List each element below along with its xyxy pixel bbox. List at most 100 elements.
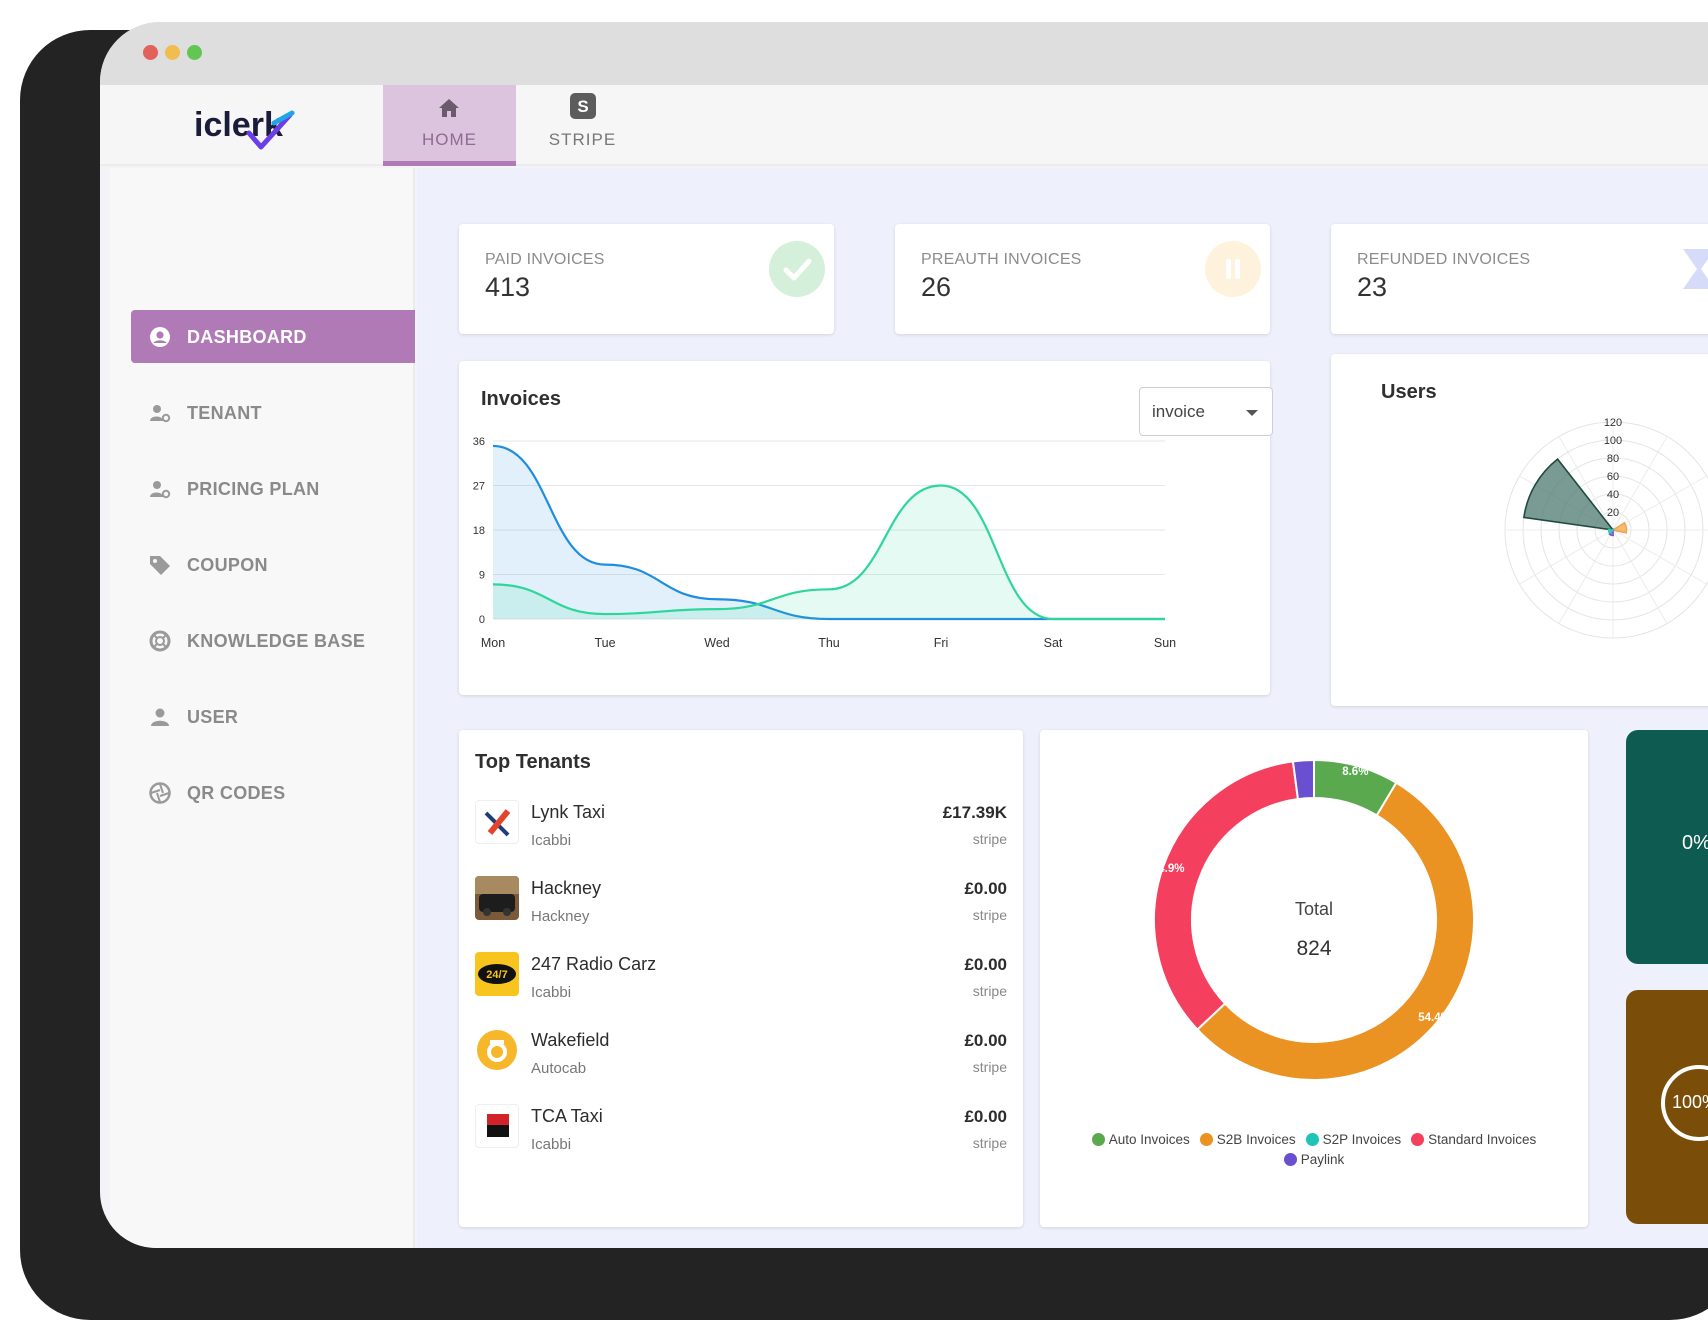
legend-item[interactable]: S2B Invoices	[1199, 1130, 1296, 1150]
sidebar-item-label: DASHBOARD	[187, 327, 307, 347]
x-tick-label: Tue	[594, 636, 615, 650]
legend-swatch	[1091, 1133, 1105, 1146]
tenant-row[interactable]: TCA Taxi Icabbi £0.00 stripe	[475, 1102, 1007, 1162]
r-tick-label: 120	[1604, 417, 1622, 429]
top-navigation: iclerk HOME S STRIPE	[100, 85, 1708, 166]
tenant-name: Wakefield	[531, 1030, 610, 1050]
tab-home[interactable]: HOME	[383, 85, 516, 166]
tenant-row[interactable]: Wakefield Autocab £0.00 stripe	[475, 1026, 1007, 1086]
metric-tile-brown[interactable]: 100%	[1626, 990, 1708, 1224]
radio-carz-logo-icon: 24/7	[475, 952, 519, 996]
x-tick-label: Thu	[818, 636, 840, 650]
close-window-dot[interactable]	[143, 45, 158, 60]
tenant-row[interactable]: 24/7 247 Radio Carz Icabbi £0.00 stripe	[475, 950, 1007, 1010]
stat-value: 23	[1357, 272, 1388, 302]
polar-spoke	[1612, 475, 1707, 531]
pause-icon	[1205, 241, 1261, 297]
check-icon	[769, 241, 825, 297]
window-titlebar	[100, 22, 1708, 85]
aperture-icon	[149, 782, 171, 804]
user-gear-icon	[150, 405, 171, 423]
y-tick-label: 9	[479, 570, 485, 582]
polar-spoke	[1612, 529, 1668, 624]
app-window: iclerk HOME S STRIPE DASHBOARD TENANT PR…	[100, 22, 1708, 1248]
sidebar-item-label: KNOWLEDGE BASE	[187, 631, 366, 651]
tab-stripe[interactable]: S STRIPE	[516, 85, 649, 166]
tenant-amount: £0.00	[964, 879, 1007, 898]
tenant-provider: Icabbi	[531, 1136, 572, 1153]
legend-item[interactable]: Auto Invoices	[1091, 1130, 1190, 1150]
y-tick-label: 18	[473, 525, 485, 537]
polar-spoke	[1612, 529, 1707, 585]
r-tick-label: 80	[1607, 453, 1619, 465]
invoice-type-donut-card: 8.6% 54.4% 34.9% Total 824 Auto Invoices S2B …	[1040, 730, 1588, 1227]
sidebar-item-label: QR CODES	[187, 783, 286, 803]
legend-item[interactable]: Paylink	[1283, 1150, 1345, 1170]
sidebar-item-qr-codes[interactable]: QR CODES	[131, 766, 415, 819]
stripe-icon: S	[570, 93, 596, 119]
donut-center-label: Total	[1295, 899, 1333, 919]
sidebar-item-knowledge-base[interactable]: KNOWLEDGE BASE	[131, 614, 415, 667]
tenant-amount: £0.00	[964, 955, 1007, 974]
x-tick-label: Mon	[481, 636, 505, 650]
y-tick-label: 36	[473, 436, 485, 448]
lifebuoy-icon	[149, 630, 171, 652]
tenant-gateway: stripe	[972, 831, 1007, 847]
top-tenants-card: Top Tenants Lynk Taxi Icabbi £17.39K str…	[459, 730, 1023, 1227]
sidebar-item-coupon[interactable]: COUPON	[131, 538, 415, 591]
users-polar-chart: 20 40 60 80 100 120	[1504, 417, 1708, 639]
tenant-provider: Icabbi	[531, 984, 572, 1001]
invoices-area-chart: 0 9 18 27 36 Mon Tue Wed Thu Fri Sat Sun	[473, 436, 1176, 650]
legend-label: Auto Invoices	[1108, 1132, 1190, 1147]
user-circle-icon	[150, 327, 170, 347]
tenant-row[interactable]: Hackney Hackney £0.00 stripe	[475, 874, 1007, 934]
tab-home-label: HOME	[422, 130, 477, 149]
tenant-gateway: stripe	[972, 1059, 1007, 1075]
y-tick-label: 0	[479, 614, 485, 626]
donut-legend: Auto Invoices S2B Invoices S2P Invoices Sta…	[1060, 1130, 1568, 1170]
svg-text:S: S	[577, 97, 588, 116]
sidebar-item-label: COUPON	[187, 555, 268, 575]
sidebar-item-label: PRICING PLAN	[187, 479, 320, 499]
sidebar-item-user[interactable]: USER	[131, 690, 415, 743]
maximize-window-dot[interactable]	[187, 45, 202, 60]
legend-swatch	[1411, 1133, 1425, 1146]
hourglass-icon	[1671, 241, 1708, 297]
main-content: PAID INVOICES 413 PREAUTH INVOICES 26 RE…	[417, 168, 1708, 1248]
stat-label: PREAUTH INVOICES	[921, 251, 1082, 268]
stat-card-paid-invoices[interactable]: PAID INVOICES 413	[459, 224, 834, 334]
stat-card-refunded-invoices[interactable]: REFUNDED INVOICES 23	[1331, 224, 1708, 334]
polar-spoke	[1558, 529, 1614, 624]
polar-sector	[1522, 457, 1615, 532]
slice-label: 54.4%	[1418, 1012, 1451, 1024]
slice-label: 34.9%	[1152, 863, 1185, 875]
x-tick-label: Fri	[934, 636, 949, 650]
metric-tile-value: 100%	[1672, 1092, 1708, 1112]
r-tick-label: 40	[1607, 489, 1619, 501]
metric-tile-value: 0%	[1682, 832, 1708, 854]
stat-card-preauth-invoices[interactable]: PREAUTH INVOICES 26	[895, 224, 1270, 334]
tenant-amount: £0.00	[964, 1107, 1007, 1126]
minimize-window-dot[interactable]	[165, 45, 180, 60]
legend-label: Paylink	[1300, 1152, 1345, 1167]
tenant-name: Hackney	[531, 878, 602, 898]
svg-text:24/7: 24/7	[486, 969, 507, 981]
stat-label: PAID INVOICES	[485, 251, 605, 268]
app-logo[interactable]: iclerk	[194, 103, 314, 153]
tenant-amount: £0.00	[964, 1031, 1007, 1050]
lynk-taxi-logo-icon	[475, 800, 519, 844]
sidebar-item-label: TENANT	[187, 403, 262, 423]
invoices-chart-card: Invoices invoice 0 9 18 27 36 Mon Tue Wed Thu Fri…	[459, 361, 1273, 695]
tenant-row[interactable]: Lynk Taxi Icabbi £17.39K stripe	[475, 798, 1007, 858]
legend-item[interactable]: Standard Invoices	[1411, 1130, 1536, 1150]
legend-item[interactable]: S2P Invoices	[1305, 1130, 1401, 1150]
sidebar-item-dashboard[interactable]: DASHBOARD	[131, 310, 415, 363]
tab-stripe-label: STRIPE	[548, 130, 617, 149]
sidebar-item-tenant[interactable]: TENANT	[131, 386, 415, 439]
legend-label: Standard Invoices	[1428, 1132, 1537, 1147]
stat-value: 26	[921, 272, 952, 302]
sidebar-item-pricing-plan[interactable]: PRICING PLAN	[131, 462, 415, 515]
metric-tile-teal[interactable]: 0%	[1626, 730, 1708, 964]
hackney-cab-photo-icon	[475, 876, 519, 920]
tag-icon	[150, 556, 170, 575]
